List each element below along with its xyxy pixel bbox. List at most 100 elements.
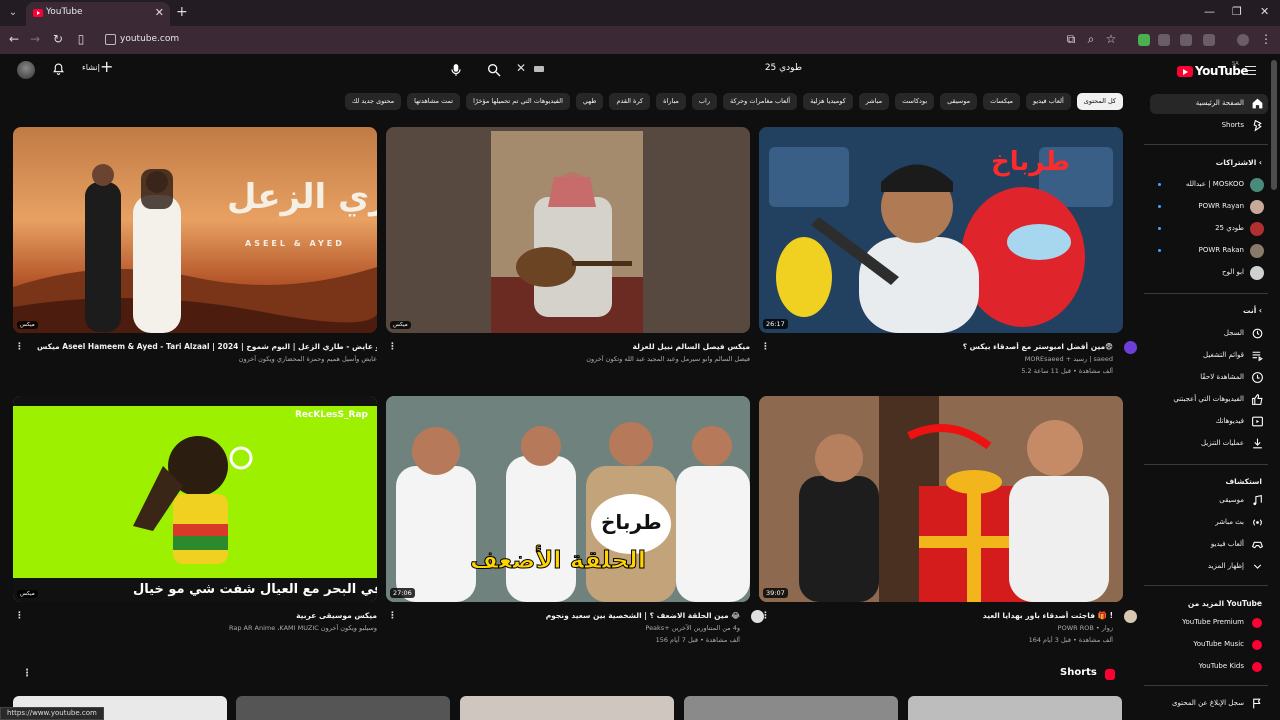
- video-menu-icon[interactable]: ⋮: [761, 342, 770, 352]
- channel-avatar[interactable]: [1124, 341, 1137, 354]
- extensions-puzzle-icon[interactable]: [1203, 34, 1215, 46]
- sidebar-item-live[interactable]: بث مباشر: [1150, 513, 1268, 533]
- video-title[interactable]: ميكس Aseel Hameem & Ayed - Tari Alzaal |…: [37, 342, 377, 351]
- sidebar-icon[interactable]: ▯: [73, 32, 89, 46]
- extension-icon[interactable]: [1180, 34, 1192, 46]
- video-duration: 39:07: [763, 588, 788, 598]
- sidebar-item-subscription[interactable]: POWR Rakan: [1150, 241, 1268, 261]
- video-title[interactable]: مين أفضل امبوستر مع أصدقاء بيكس ؟😨: [783, 342, 1113, 351]
- keyboard-icon[interactable]: [534, 66, 544, 72]
- tab-search-dropdown-icon[interactable]: ⌄: [4, 4, 22, 22]
- sidebar-item-subscription[interactable]: طودي 25: [1150, 219, 1268, 239]
- short-thumbnail[interactable]: [908, 696, 1122, 720]
- filter-chip[interactable]: كرة القدم: [609, 93, 651, 110]
- minimize-icon[interactable]: —: [1204, 5, 1215, 18]
- sidebar-item-kids[interactable]: YouTube Kids: [1150, 657, 1268, 677]
- sidebar-item-gaming[interactable]: ألعاب فيديو: [1150, 535, 1268, 555]
- video-menu-icon[interactable]: ⋮: [761, 611, 770, 621]
- video-menu-icon[interactable]: ⋮: [15, 611, 24, 621]
- mix-badge: ميكس: [17, 590, 38, 598]
- page-scrollbar[interactable]: [1271, 60, 1277, 190]
- zoom-icon[interactable]: ⌕: [1083, 32, 1099, 47]
- video-title[interactable]: ميكس فيصل السالم نبيل للعزلة: [410, 342, 750, 351]
- subscriptions-heading[interactable]: الاشتراكات ‹: [1216, 158, 1262, 167]
- filter-chip[interactable]: ألعاب فيديو: [1026, 93, 1071, 110]
- sidebar-item-home[interactable]: الصفحة الرئيسية: [1150, 94, 1268, 114]
- address-bar[interactable]: youtube.com: [99, 30, 1119, 50]
- video-menu-icon[interactable]: ⋮: [388, 611, 397, 621]
- sidebar-item-history[interactable]: السجل: [1150, 324, 1268, 344]
- guide-menu-icon[interactable]: [1245, 66, 1256, 75]
- search-input[interactable]: ✕ طودي 25: [482, 61, 812, 79]
- download-icon: [1253, 438, 1262, 449]
- filter-chip[interactable]: طهي: [575, 93, 604, 110]
- cast-icon[interactable]: ⧉: [1063, 32, 1079, 47]
- video-menu-icon[interactable]: ⋮: [15, 342, 24, 352]
- extension-icon[interactable]: [1138, 34, 1150, 46]
- account-avatar[interactable]: [17, 61, 35, 79]
- sidebar-item-your-videos[interactable]: فيديوهاتك: [1150, 412, 1268, 432]
- filter-chip[interactable]: ألعاب مغامرات وحركة: [723, 93, 798, 110]
- sidebar-item-music[interactable]: موسيقى: [1150, 491, 1268, 511]
- sidebar-item-music-app[interactable]: YouTube Music: [1150, 635, 1268, 655]
- filter-chip[interactable]: راب: [691, 93, 717, 110]
- video-thumbnail[interactable]: ميكس: [386, 127, 750, 333]
- sidebar-item-watch-later[interactable]: المشاهدة لاحقًا: [1150, 368, 1268, 388]
- filter-chip[interactable]: الفيديوهات التي تم تحميلها مؤخرًا: [466, 93, 570, 110]
- video-thumbnail[interactable]: في البحر مع العيال شفت شي مو خيال RecKLe…: [13, 396, 377, 602]
- filter-chip[interactable]: مباراة: [656, 93, 686, 110]
- video-title[interactable]: فاجئت أصدقاء باور بهدايا العيد 🎁 !: [783, 611, 1113, 620]
- youtube-logo[interactable]: YouTube SA: [1177, 61, 1249, 81]
- sidebar-item-subscription[interactable]: POWR Rayan: [1150, 197, 1268, 217]
- sidebar-item-show-more[interactable]: إظهار المزيد: [1150, 557, 1268, 577]
- video-title[interactable]: مين الحلقة الاضعف ؟ | الشخصية بين سعيد و…: [410, 611, 740, 620]
- filter-chip[interactable]: كوميديا هزلية: [803, 93, 853, 110]
- sidebar-item-report-history[interactable]: سجل الإبلاغ عن المحتوى: [1150, 694, 1268, 714]
- filter-chip[interactable]: كل المحتوى: [1076, 93, 1123, 110]
- thumb-title-art: طرباخ: [991, 147, 1070, 177]
- sidebar-item-shorts[interactable]: Shorts: [1150, 116, 1268, 136]
- video-thumbnail[interactable]: 39:07: [759, 396, 1123, 602]
- clear-search-icon[interactable]: ✕: [516, 61, 526, 75]
- voice-search-mic-icon[interactable]: [449, 62, 463, 78]
- maximize-icon[interactable]: ❐: [1232, 5, 1242, 18]
- you-heading[interactable]: أنت ‹: [1243, 306, 1262, 315]
- create-button[interactable]: إنشاء +: [82, 57, 113, 76]
- sidebar-item-premium[interactable]: YouTube Premium: [1150, 613, 1268, 633]
- bookmark-star-icon[interactable]: ☆: [1103, 32, 1119, 46]
- browser-menu-icon[interactable]: ⋮: [1258, 32, 1274, 46]
- sidebar-item-subscription[interactable]: ابو الوح: [1150, 263, 1268, 283]
- close-tab-icon[interactable]: ✕: [155, 6, 164, 19]
- sidebar-item-playlists[interactable]: قوائم التشغيل: [1150, 346, 1268, 366]
- short-thumbnail[interactable]: [684, 696, 898, 720]
- video-thumbnail[interactable]: طرباخ 26:17: [759, 127, 1123, 333]
- new-tab-icon[interactable]: +: [176, 4, 188, 20]
- short-thumbnail[interactable]: [460, 696, 674, 720]
- notifications-bell-icon[interactable]: [52, 63, 65, 76]
- site-info-icon[interactable]: [105, 34, 116, 45]
- filter-chip[interactable]: محتوى جديد لك: [344, 93, 402, 110]
- shelf-menu-icon[interactable]: ⋮: [22, 668, 32, 679]
- video-thumbnail[interactable]: طرباخ الحلقة الأضعف 27:06: [386, 396, 750, 602]
- video-menu-icon[interactable]: ⋮: [388, 342, 397, 352]
- extension-icon[interactable]: [1158, 34, 1170, 46]
- sidebar-item-subscription[interactable]: عبدالله | MOSKOO: [1150, 175, 1268, 195]
- short-thumbnail[interactable]: [236, 696, 450, 720]
- sidebar-item-downloads[interactable]: عمليات التنزيل: [1150, 434, 1268, 454]
- filter-chip[interactable]: موسيقى: [940, 93, 978, 110]
- video-title[interactable]: ميكس موسيقى عربية: [37, 611, 377, 620]
- forward-icon[interactable]: →: [27, 32, 43, 46]
- sidebar-item-label: قوائم التشغيل: [1203, 351, 1244, 359]
- profile-icon[interactable]: [1237, 34, 1249, 46]
- sidebar-item-liked[interactable]: الفيديوهات التي أعجبتني: [1150, 390, 1268, 410]
- filter-chip[interactable]: ميكسات: [983, 93, 1021, 110]
- back-icon[interactable]: ←: [6, 32, 22, 46]
- channel-avatar[interactable]: [1124, 610, 1137, 623]
- close-window-icon[interactable]: ✕: [1260, 5, 1269, 18]
- browser-tab[interactable]: YouTube ✕: [26, 2, 170, 26]
- filter-chip[interactable]: مباشر: [858, 93, 890, 110]
- video-thumbnail[interactable]: طاري الزعل ASEEL & AYED ميكس: [13, 127, 377, 333]
- reload-icon[interactable]: ↻: [50, 32, 66, 46]
- filter-chip[interactable]: تمت مشاهدتها: [407, 93, 461, 110]
- filter-chip[interactable]: بودكاست: [895, 93, 935, 110]
